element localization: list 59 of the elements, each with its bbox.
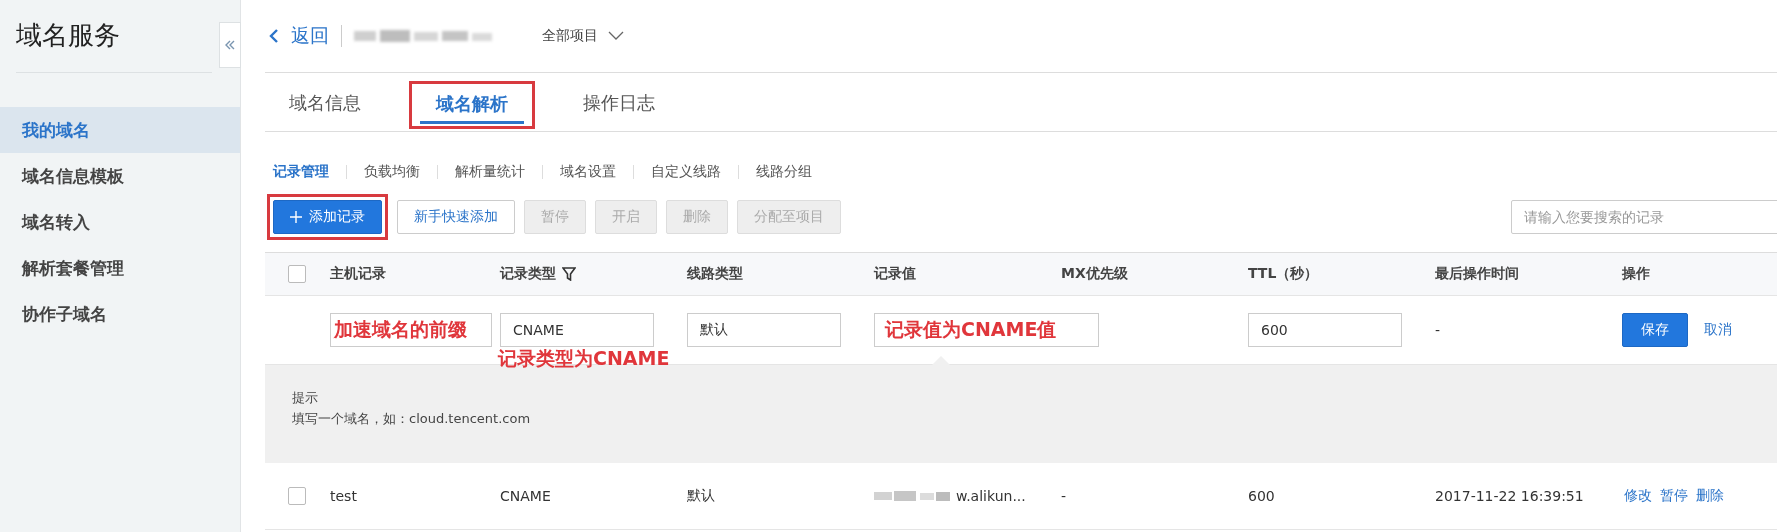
input-field[interactable]: 默认 [687,313,841,347]
subtab[interactable]: 负载均衡 [347,163,437,181]
sidebar-item[interactable]: 我的域名 [0,107,240,153]
subtab[interactable]: 线路分组 [739,163,829,181]
table-cell: 600 [1248,488,1275,504]
annotation-text: 记录类型为CNAME [498,346,670,371]
subtab[interactable]: 记录管理 [265,163,346,181]
table-cell: test [330,488,357,504]
table-cell: CNAME [500,488,551,504]
input-field[interactable]: CNAME [500,313,654,347]
search-field[interactable]: 请输入您要搜索的记录 [1511,200,1777,234]
annotation-text: 记录值为CNAME值 [885,317,1057,342]
table-cell: 2017-11-22 16:39:51 [1435,488,1584,504]
column-header: 最后操作时间 [1435,265,1519,283]
subtab[interactable]: 解析量统计 [438,163,542,181]
column-header: 记录值 [874,265,916,283]
filter-icon[interactable] [562,267,576,281]
table-cell: - [1435,322,1441,338]
input-field[interactable]: 加速域名的前缀 [330,313,492,347]
tab[interactable]: 域名解析 [420,86,524,124]
checkbox[interactable] [287,265,306,283]
column-header: 操作 [1622,265,1650,283]
input-field[interactable]: 记录值为CNAME值 [874,313,1099,347]
chevron-down-icon [608,31,624,41]
project-dropdown[interactable]: 全部项目 [542,27,624,45]
table-cell: - [1061,488,1067,504]
column-header: MX优先级 [1061,265,1128,283]
action-link[interactable]: 修改 [1622,487,1654,505]
double-chevron-icon [225,40,235,50]
chevron-left-icon [269,28,279,44]
hint-text: 填写一个域名，如：cloud.tencent.com [292,410,532,428]
column-header: TTL（秒） [1248,265,1319,283]
add-record-button[interactable]: 添加记录 [273,200,382,234]
action-link[interactable]: 删除 [1694,487,1726,505]
toolbar-button[interactable]: 新手快速添加 [397,200,515,234]
action-link[interactable]: 暂停 [1658,487,1690,505]
sidebar-item[interactable]: 域名转入 [0,199,240,245]
table-cell: 默认 [687,487,715,505]
table-cell: w.alikun... [956,488,1026,504]
sidebar-item[interactable]: 域名信息模板 [0,153,240,199]
sidebar-title: 域名服务 [16,19,120,52]
tab[interactable]: 操作日志 [567,79,671,129]
back-link[interactable]: 返回 [265,23,329,49]
subtab[interactable]: 自定义线路 [634,163,738,181]
checkbox[interactable] [287,487,306,505]
annotation-text: 加速域名的前缀 [334,317,467,342]
collapse-button[interactable] [219,22,241,68]
column-header: 记录类型 [500,265,556,283]
plus-icon [290,211,302,223]
tab[interactable]: 域名信息 [273,79,377,129]
save-button[interactable]: 保存 [1622,313,1688,347]
sidebar-item[interactable]: 协作子域名 [0,291,240,337]
column-header: 线路类型 [687,265,743,283]
sidebar-item[interactable]: 解析套餐管理 [0,245,240,291]
cancel-link[interactable]: 取消 [1702,321,1734,339]
input-field[interactable]: 600 [1248,313,1402,347]
subtab[interactable]: 域名设置 [543,163,633,181]
column-header: 主机记录 [330,265,386,283]
hint-title: 提示 [292,389,319,407]
